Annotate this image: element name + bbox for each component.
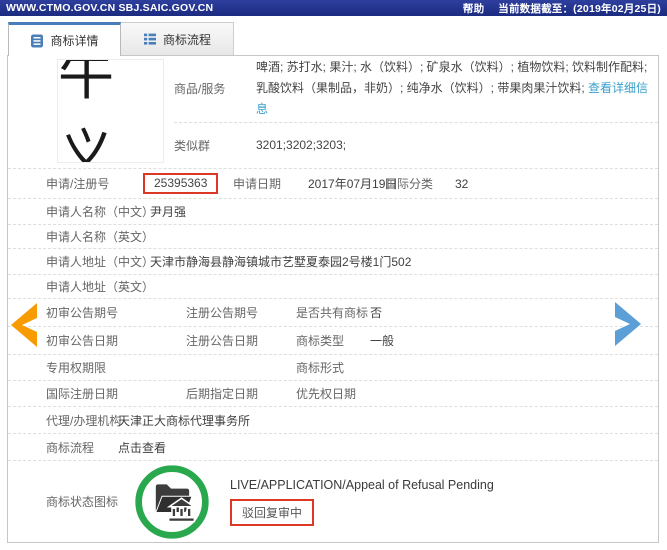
applicant-name-cn-row: 申请人名称（中文） 尹月强: [8, 198, 658, 224]
applicant-name-cn-value: 尹月强: [150, 205, 187, 219]
top-gov-bar: WWW.CTMO.GOV.CN SBJ.SAIC.GOV.CN 帮助 当前数据截…: [0, 0, 667, 16]
mark-form-label: 商标形式: [296, 361, 345, 375]
mark-summary-section: 牛义 商品/服务 啤酒; 苏打水; 果汁; 水（饮料）; 矿泉水（饮料）; 植物…: [8, 56, 658, 168]
agency-label: 代理/办理机构: [46, 413, 122, 428]
notice-number-row: 初审公告期号 注册公告期号 是否共有商标 否: [8, 298, 658, 326]
intl-reg-date-label: 国际注册日期: [46, 387, 119, 401]
tab-process-label: 商标流程: [162, 32, 211, 47]
is-shared-value: 否: [370, 306, 383, 320]
site-domains: WWW.CTMO.GOV.CN SBJ.SAIC.GOV.CN: [6, 2, 214, 14]
applicant-addr-en-row: 申请人地址（英文）: [8, 274, 658, 298]
registration-number-row: 申请/注册号 25395363 申请日期 2017年07月19日 国际分类 32: [8, 168, 658, 198]
goods-services-label: 商品/服务: [174, 82, 226, 97]
app-date-value: 2017年07月19日: [308, 177, 398, 191]
process-label: 商标流程: [46, 440, 95, 455]
similar-group-row: 类似群 3201;3202;3203;: [174, 123, 658, 168]
status-chinese-highlight-box: 驳回复审中: [230, 498, 315, 526]
trademark-image: 牛义: [57, 59, 164, 163]
applicant-addr-en-label: 申请人地址（英文）: [46, 280, 155, 294]
trademark-detail-page: WWW.CTMO.GOV.CN SBJ.SAIC.GOV.CN 帮助 当前数据截…: [0, 0, 667, 550]
is-shared-label: 是否共有商标: [296, 306, 369, 320]
applicant-addr-cn-value: 天津市静海县静海镇城市艺墅夏泰园2号楼1门502: [150, 255, 412, 269]
applicant-name-cn-label: 申请人名称（中文）: [46, 205, 155, 219]
detail-panel: 牛义 商品/服务 啤酒; 苏打水; 果汁; 水（饮料）; 矿泉水（饮料）; 植物…: [7, 55, 659, 543]
tab-trademark-process[interactable]: 商标流程: [121, 22, 234, 56]
agency-row: 代理/办理机构 天津正大商标代理事务所: [8, 406, 658, 433]
reg-notice-no-label: 注册公告期号: [186, 306, 259, 320]
later-designation-date-label: 后期指定日期: [186, 387, 259, 401]
similar-group-label: 类似群: [174, 138, 211, 153]
process-click-view-link[interactable]: 点击查看: [118, 439, 166, 456]
tab-trademark-details[interactable]: 商标详情: [8, 22, 121, 56]
trademark-status-icon: [132, 462, 212, 542]
next-record-arrow[interactable]: [613, 300, 643, 348]
agency-value: 天津正大商标代理事务所: [118, 413, 251, 428]
applicant-addr-cn-label: 申请人地址（中文）: [46, 255, 155, 269]
tab-details-label: 商标详情: [50, 34, 99, 48]
priority-date-label: 优先权日期: [296, 387, 357, 401]
previous-record-arrow[interactable]: [9, 301, 39, 349]
mark-type-label: 商标类型: [296, 334, 345, 348]
applicant-name-en-label: 申请人名称（英文）: [46, 230, 155, 244]
list-icon: [143, 32, 157, 46]
intl-class-label: 国际分类: [385, 177, 434, 191]
applicant-name-en-row: 申请人名称（英文）: [8, 224, 658, 248]
process-row: 商标流程 点击查看: [8, 433, 658, 460]
status-row: 商标状态图标 LIVE/APPLICATION/Appeal of Refusa…: [8, 460, 658, 542]
exclusive-period-label: 专用权期限: [46, 361, 107, 375]
first-notice-date-label: 初审公告日期: [46, 334, 119, 348]
reg-no-label: 申请/注册号: [46, 177, 110, 191]
applicant-addr-cn-row: 申请人地址（中文） 天津市静海县静海镇城市艺墅夏泰园2号楼1门502: [8, 248, 658, 274]
data-date-label: 当前数据截至：(2019年02月25日): [498, 2, 661, 15]
status-english-text: LIVE/APPLICATION/Appeal of Refusal Pendi…: [230, 477, 494, 492]
document-icon: [30, 34, 44, 48]
reg-no-highlight-box: 25395363: [143, 173, 219, 194]
exclusive-period-row: 专用权期限 商标形式: [8, 354, 658, 380]
intl-dates-row: 国际注册日期 后期指定日期 优先权日期: [8, 380, 658, 406]
notice-date-row: 初审公告日期 注册公告日期 商标类型 一般: [8, 326, 658, 354]
first-notice-no-label: 初审公告期号: [46, 306, 119, 320]
reg-notice-date-label: 注册公告日期: [186, 334, 259, 348]
app-date-label: 申请日期: [233, 177, 282, 191]
status-icon-label: 商标状态图标: [46, 495, 119, 509]
intl-class-value: 32: [455, 176, 469, 191]
help-link[interactable]: 帮助: [463, 1, 484, 16]
goods-services-row: 商品/服务 啤酒; 苏打水; 果汁; 水（饮料）; 矿泉水（饮料）; 植物饮料;…: [174, 56, 658, 123]
tab-bar: 商标详情 商标流程: [8, 22, 234, 56]
similar-group-value: 3201;3202;3203;: [256, 137, 347, 152]
mark-type-value: 一般: [370, 334, 395, 348]
